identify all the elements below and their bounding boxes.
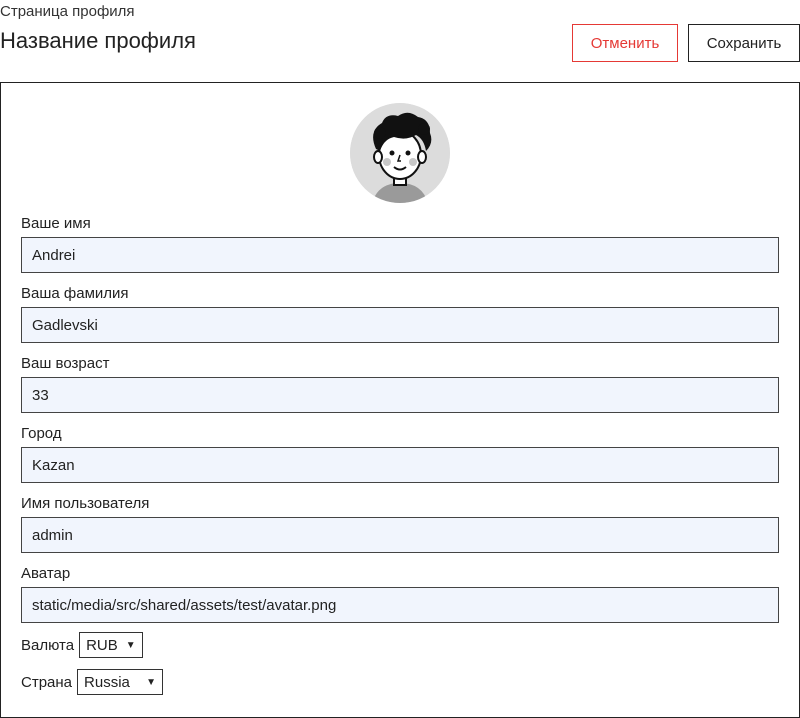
save-button[interactable]: Сохранить	[688, 24, 800, 62]
currency-row: Валюта RUB ▼	[21, 632, 143, 658]
avatar-url-field[interactable]	[21, 587, 779, 623]
last-name-field[interactable]	[21, 307, 779, 343]
currency-select[interactable]: RUB ▼	[79, 632, 143, 658]
country-row: Страна Russia ▼	[21, 669, 164, 695]
country-label: Страна	[21, 673, 73, 691]
avatar-url-label: Аватар	[21, 565, 71, 582]
country-value: Russia	[84, 673, 130, 691]
username-field[interactable]	[21, 517, 779, 553]
age-label: Ваш возраст	[21, 355, 110, 372]
page-title: Название профиля	[0, 28, 196, 53]
cancel-button[interactable]: Отменить	[572, 24, 678, 62]
city-field[interactable]	[21, 447, 779, 483]
country-select[interactable]: Russia ▼	[77, 669, 164, 695]
chevron-down-icon: ▼	[125, 639, 136, 651]
currency-value: RUB	[86, 636, 118, 654]
username-label: Имя пользователя	[21, 495, 150, 512]
age-field[interactable]	[21, 377, 779, 413]
first-name-label: Ваше имя	[21, 215, 91, 232]
page-caption: Страница профиля	[0, 3, 135, 20]
avatar-illustration-icon	[350, 103, 450, 203]
first-name-field[interactable]	[21, 237, 779, 273]
last-name-label: Ваша фамилия	[21, 285, 129, 302]
currency-label: Валюта	[21, 636, 75, 654]
city-label: Город	[21, 425, 62, 442]
avatar	[350, 103, 450, 203]
profile-card: Ваше имя Ваша фамилия Ваш возраст Город …	[0, 82, 800, 718]
chevron-down-icon: ▼	[146, 676, 157, 688]
